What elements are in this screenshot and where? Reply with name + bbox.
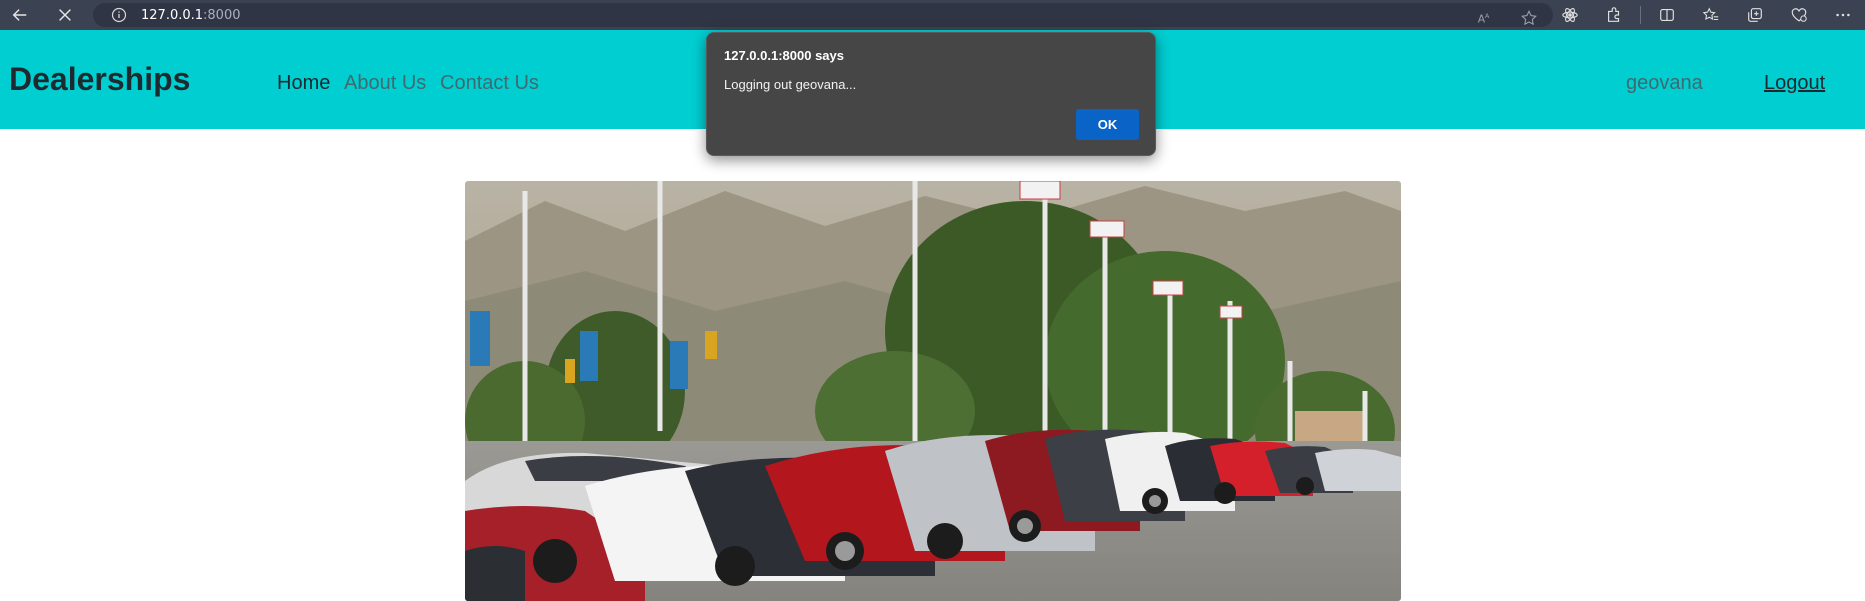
- split-screen-icon[interactable]: [1645, 0, 1689, 30]
- nav-about-link[interactable]: About Us: [344, 72, 426, 95]
- stop-loading-icon[interactable]: [50, 0, 80, 30]
- back-arrow-icon[interactable]: [5, 0, 35, 30]
- nav-contact-link[interactable]: Contact Us: [440, 72, 539, 95]
- logout-link[interactable]: Logout: [1764, 72, 1825, 95]
- puzzle-icon[interactable]: [1592, 0, 1636, 30]
- collections-icon[interactable]: [1733, 0, 1777, 30]
- address-bar[interactable]: 127.0.0.1:8000 AA: [93, 3, 1553, 27]
- nav-home-link[interactable]: Home: [277, 72, 330, 95]
- svg-text:A: A: [1485, 13, 1490, 20]
- url-host: 127.0.0.1: [141, 7, 204, 23]
- url-port: :8000: [203, 7, 241, 23]
- toolbar-divider: [1640, 6, 1641, 24]
- logout-alert-dialog: 127.0.0.1:8000 says Logging out geovana.…: [706, 32, 1156, 156]
- alert-message: Logging out geovana...: [724, 77, 857, 92]
- alert-title: 127.0.0.1:8000 says: [724, 48, 844, 63]
- url-text: 127.0.0.1:8000: [141, 8, 241, 23]
- browser-essentials-icon[interactable]: [1777, 0, 1821, 30]
- browser-toolbar-icons: [1548, 0, 1865, 30]
- site-info-icon[interactable]: [111, 7, 127, 23]
- brand-title[interactable]: Dealerships: [9, 61, 190, 98]
- username-label: geovana: [1626, 72, 1703, 94]
- browser-toolbar: 127.0.0.1:8000 AA: [0, 0, 1865, 30]
- alert-ok-button[interactable]: OK: [1076, 109, 1139, 140]
- extension-icon[interactable]: [1548, 0, 1592, 30]
- dealership-lot-photo: [465, 181, 1401, 601]
- favorite-star-icon[interactable]: [1507, 3, 1551, 33]
- favorites-icon[interactable]: [1689, 0, 1733, 30]
- more-icon[interactable]: [1821, 0, 1865, 30]
- read-aloud-icon[interactable]: AA: [1463, 3, 1507, 33]
